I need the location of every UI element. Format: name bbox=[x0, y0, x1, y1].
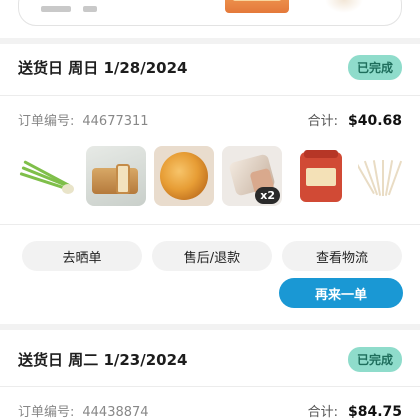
product-thumbnail-bread: x2 bbox=[222, 146, 282, 206]
quantity-badge: x2 bbox=[255, 187, 280, 204]
order-actions: 去晒单 售后/退款 查看物流 bbox=[22, 241, 402, 271]
divider bbox=[0, 224, 420, 225]
track-shipment-button[interactable]: 查看物流 bbox=[282, 241, 402, 271]
previous-order-card[interactable] bbox=[18, 0, 402, 26]
product-thumbnail-scallion bbox=[18, 146, 78, 206]
divider bbox=[0, 95, 420, 96]
order-number-label: 订单编号: bbox=[18, 113, 75, 129]
product-thumbnail bbox=[225, 0, 289, 13]
product-thumbnail-kimchi-jar bbox=[290, 146, 350, 206]
total-label: 合计: bbox=[307, 404, 338, 420]
order-header: 送货日 周二 1/23/2024 已完成 bbox=[18, 344, 402, 374]
total-amount: $40.68 bbox=[347, 112, 402, 129]
reorder-button[interactable]: 再来一单 bbox=[279, 278, 403, 308]
product-thumbnail-pastry bbox=[154, 146, 214, 206]
product-thumbnail bbox=[325, 0, 363, 13]
order-meta: 订单编号: 44438874 合计: $84.75 bbox=[18, 399, 402, 420]
delivery-date: 送货日 周二 1/23/2024 bbox=[18, 350, 188, 369]
order-meta: 订单编号: 44677311 合计: $40.68 bbox=[18, 108, 402, 130]
order-total: 合计: $84.75 bbox=[308, 401, 402, 420]
product-thumbnails[interactable]: x2 bbox=[18, 146, 420, 208]
total-label: 合计: bbox=[307, 113, 338, 129]
product-thumbnail-bread-loaf bbox=[86, 146, 146, 206]
status-badge: 已完成 bbox=[347, 54, 402, 80]
delivery-date: 送货日 周日 1/28/2024 bbox=[18, 58, 188, 77]
order-number: 订单编号: 44438874 bbox=[18, 401, 149, 420]
after-sales-refund-button[interactable]: 售后/退款 bbox=[152, 241, 272, 271]
total-amount: $84.75 bbox=[347, 403, 402, 420]
order-number: 订单编号: 44677311 bbox=[18, 110, 149, 129]
status-badge: 已完成 bbox=[347, 346, 402, 372]
order-header: 送货日 周日 1/28/2024 已完成 bbox=[18, 52, 402, 82]
divider bbox=[0, 386, 420, 387]
share-review-button[interactable]: 去晒单 bbox=[22, 241, 142, 271]
section-divider bbox=[0, 324, 420, 330]
product-thumbnail-noodles bbox=[358, 146, 418, 206]
partial-text bbox=[41, 0, 141, 12]
order-total: 合计: $40.68 bbox=[308, 110, 402, 129]
order-number-label: 订单编号: bbox=[18, 404, 75, 420]
order-number-value[interactable]: 44677311 bbox=[82, 114, 148, 129]
order-number-value[interactable]: 44438874 bbox=[82, 405, 148, 420]
section-divider bbox=[0, 38, 420, 44]
